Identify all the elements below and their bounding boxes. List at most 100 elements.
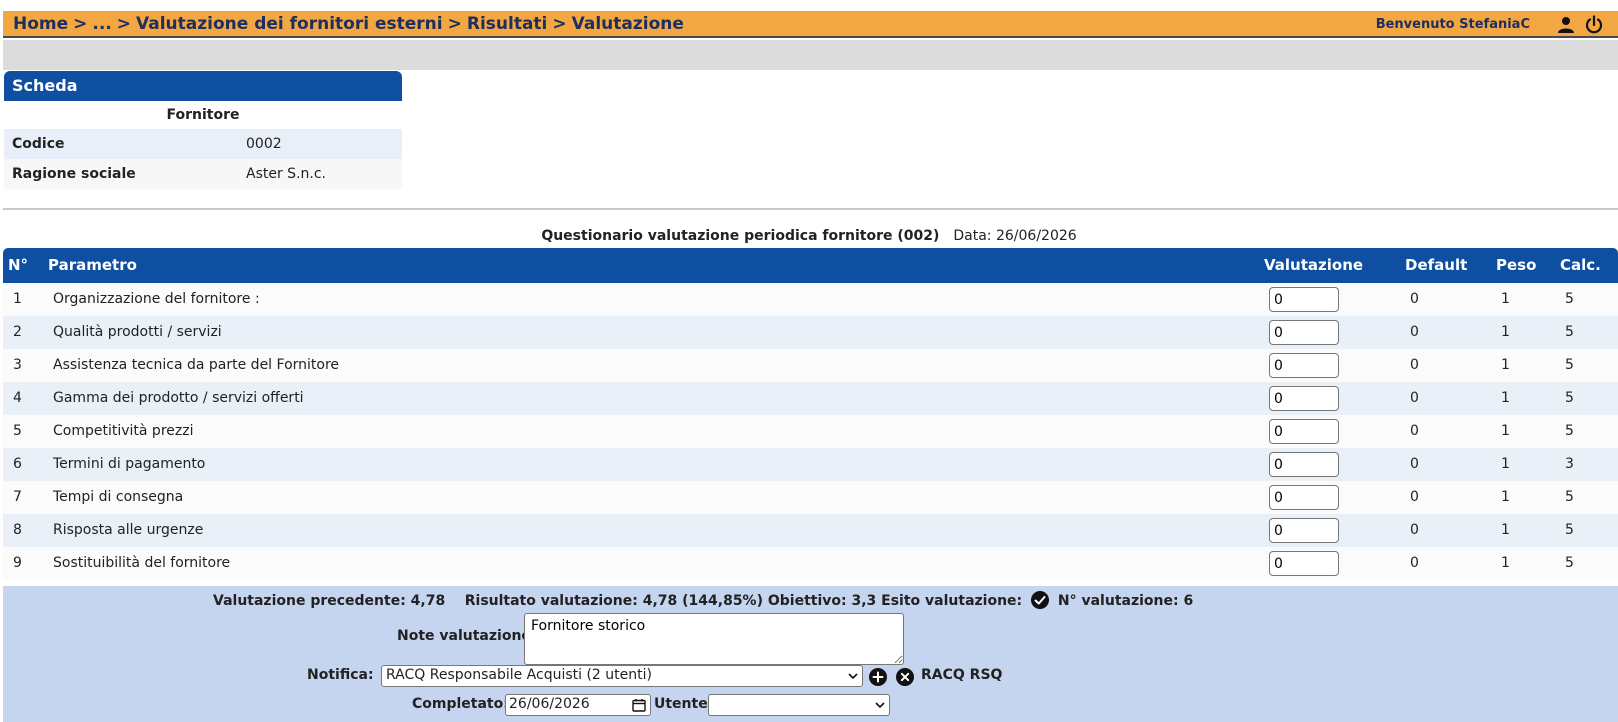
breadcrumb-home[interactable]: Home [13, 14, 68, 34]
scheda-card: Scheda Fornitore Codice 0002 Ragione soc… [4, 71, 402, 189]
ragione-sociale-value: Aster S.n.c. [246, 166, 326, 182]
valutazione-input[interactable] [1269, 551, 1339, 576]
esito-valutazione: Esito valutazione: [881, 593, 1023, 609]
row-peso: 1 [1501, 522, 1510, 538]
breadcrumb-ellipsis[interactable]: ... [92, 14, 111, 34]
row-default: 0 [1410, 456, 1419, 472]
table-row: 8 Risposta alle urgenze 0 1 5 [3, 514, 1618, 547]
notifica-label: Notifica: [307, 667, 374, 683]
remove-icon[interactable] [896, 668, 914, 686]
row-calc: 5 [1565, 522, 1574, 538]
row-parametro: Competitività prezzi [53, 423, 194, 439]
row-parametro: Gamma dei prodotto / servizi offerti [53, 390, 304, 406]
row-calc: 5 [1565, 555, 1574, 571]
row-parametro: Sostituibilità del fornitore [53, 555, 231, 571]
scheda-subtitle: Fornitore [4, 101, 402, 129]
header-parametro: Parametro [48, 256, 137, 274]
scheda-row-ragione-sociale: Ragione sociale Aster S.n.c. [4, 159, 402, 189]
questionnaire-heading: Questionario valutazione periodica forni… [0, 228, 1618, 244]
row-peso: 1 [1501, 324, 1510, 340]
table-row: 4 Gamma dei prodotto / servizi offerti 0… [3, 382, 1618, 415]
row-peso: 1 [1501, 357, 1510, 373]
breadcrumb-valutazione-fornitori[interactable]: Valutazione dei fornitori esterni [136, 14, 443, 34]
row-peso: 1 [1501, 423, 1510, 439]
row-calc: 3 [1565, 456, 1574, 472]
row-peso: 1 [1501, 390, 1510, 406]
codice-label: Codice [12, 136, 65, 152]
top-bar: Home >... > Valutazione dei fornitori ester… [3, 11, 1618, 38]
row-calc: 5 [1565, 423, 1574, 439]
valutazione-input[interactable] [1269, 419, 1339, 444]
utente-select[interactable] [708, 694, 890, 716]
note-textarea[interactable]: Fornitore storico [524, 613, 904, 665]
row-parametro: Tempi di consegna [53, 489, 184, 505]
evaluation-summary-panel: Valutazione precedente: 4,78 Risultato v… [3, 586, 1618, 722]
header-calc: Calc. [1560, 256, 1601, 274]
row-number: 3 [13, 357, 22, 373]
row-parametro: Assistenza tecnica da parte del Fornitor… [53, 357, 340, 373]
notifica-select[interactable]: RACQ Responsabile Acquisti (2 utenti) [381, 665, 863, 687]
scheda-title: Scheda [4, 71, 402, 101]
breadcrumb: Home >... > Valutazione dei fornitori ester… [13, 14, 684, 34]
row-calc: 5 [1565, 324, 1574, 340]
questionnaire-date: Data: 26/06/2026 [953, 228, 1077, 244]
valutazione-input[interactable] [1269, 353, 1339, 378]
valutazione-input[interactable] [1269, 518, 1339, 543]
chevron-down-icon [848, 673, 858, 680]
breadcrumb-separator: > [73, 14, 88, 34]
row-calc: 5 [1565, 390, 1574, 406]
row-parametro: Termini di pagamento [53, 456, 206, 472]
row-peso: 1 [1501, 456, 1510, 472]
valutazione-input[interactable] [1269, 386, 1339, 411]
completato-date-value: 26/06/2026 [509, 696, 590, 712]
valutazione-input[interactable] [1269, 287, 1339, 312]
obiettivo: Obiettivo: 3,3 [767, 593, 877, 609]
table-row: 7 Tempi di consegna 0 1 5 [3, 481, 1618, 514]
row-default: 0 [1410, 324, 1419, 340]
power-icon[interactable] [1584, 15, 1604, 35]
row-number: 6 [13, 456, 22, 472]
numero-valutazione: N° valutazione: 6 [1057, 593, 1194, 609]
valutazione-input[interactable] [1269, 320, 1339, 345]
completato-date-input[interactable]: 26/06/2026 [505, 694, 651, 716]
table-row: 3 Assistenza tecnica da parte del Fornit… [3, 349, 1618, 382]
check-circle-icon [1031, 591, 1050, 609]
row-default: 0 [1410, 291, 1419, 307]
notifica-selected-value: RACQ Responsabile Acquisti (2 utenti) [386, 667, 652, 683]
calendar-icon[interactable] [632, 698, 646, 712]
row-number: 2 [13, 324, 22, 340]
utente-label: Utente: [654, 696, 714, 712]
row-calc: 5 [1565, 489, 1574, 505]
chevron-down-icon [875, 702, 885, 709]
add-icon[interactable] [869, 668, 887, 686]
toolbar-strip [3, 40, 1618, 70]
ragione-sociale-label: Ragione sociale [12, 166, 136, 182]
scheda-row-codice: Codice 0002 [4, 129, 402, 159]
welcome-text: Benvenuto StefaniaC [1375, 17, 1530, 32]
user-icon[interactable] [1556, 15, 1576, 35]
row-parametro: Risposta alle urgenze [53, 522, 204, 538]
valutazione-input[interactable] [1269, 452, 1339, 477]
header-default: Default [1405, 256, 1468, 274]
row-parametro: Organizzazione del fornitore : [53, 291, 260, 307]
row-default: 0 [1410, 423, 1419, 439]
table-row: 1 Organizzazione del fornitore : 0 1 5 [3, 283, 1618, 316]
risultato-valutazione: Risultato valutazione: 4,78 (144,85%) [464, 593, 763, 609]
row-calc: 5 [1565, 357, 1574, 373]
section-divider [3, 208, 1618, 210]
row-number: 7 [13, 489, 22, 505]
row-default: 0 [1410, 489, 1419, 505]
breadcrumb-risultati[interactable]: Risultati [467, 14, 548, 34]
row-number: 1 [13, 291, 22, 307]
row-peso: 1 [1501, 291, 1510, 307]
completato-label: Completato: [412, 696, 509, 712]
valutazione-input[interactable] [1269, 485, 1339, 510]
row-calc: 5 [1565, 291, 1574, 307]
row-number: 8 [13, 522, 22, 538]
row-number: 4 [13, 390, 22, 406]
row-default: 0 [1410, 357, 1419, 373]
table-header: N° Parametro Valutazione Default Peso Ca… [3, 248, 1618, 283]
row-peso: 1 [1501, 489, 1510, 505]
breadcrumb-valutazione: Valutazione [571, 14, 684, 34]
table-row: 6 Termini di pagamento 0 1 3 [3, 448, 1618, 481]
